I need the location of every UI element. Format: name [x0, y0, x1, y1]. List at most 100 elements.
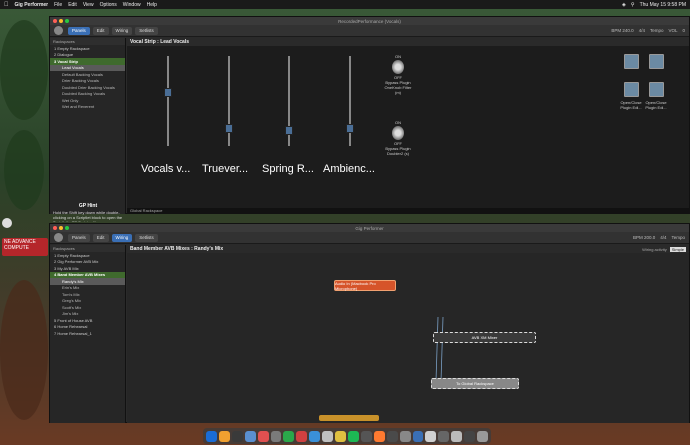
dock [203, 428, 491, 444]
fader-track[interactable] [167, 56, 169, 146]
bypass-toggle-switch[interactable] [392, 126, 404, 140]
audio-in-node[interactable]: Audio In (Macbook Pro Microphone) [334, 280, 396, 291]
maximize-icon[interactable] [65, 19, 69, 23]
close-icon[interactable] [53, 226, 57, 230]
fader-knob[interactable] [346, 124, 354, 133]
maximize-icon[interactable] [65, 226, 69, 230]
panel-area: Vocal Strip : Lead Vocals Vocals v... Tru… [127, 38, 689, 214]
dock-app-icon[interactable] [399, 430, 411, 442]
dock-app-icon[interactable] [425, 430, 437, 442]
fader-knob[interactable] [225, 124, 233, 133]
wiring-mode-select[interactable]: Simple [669, 246, 686, 252]
bpm-display[interactable]: BPM 240.0 [611, 28, 633, 33]
setlists-button[interactable]: Setlists [135, 233, 158, 242]
hint-title: GP Hint [78, 203, 98, 209]
bpm-display[interactable]: BPM 200.0 [633, 235, 655, 240]
dock-app-icon[interactable] [412, 430, 424, 442]
menu-help[interactable]: Help [147, 2, 157, 8]
fader-label: Spring R... [262, 163, 314, 175]
wiring-button[interactable]: Wiring [111, 233, 133, 242]
apple-icon[interactable]:  [4, 2, 9, 8]
time-signature[interactable]: 4/4 [660, 235, 666, 240]
hint-text: Hold the Shift key down while double-cli… [53, 210, 123, 222]
setlists-label: Setlists [139, 235, 154, 240]
edit-button[interactable]: Edit [92, 233, 109, 242]
fader-knob[interactable] [164, 88, 172, 98]
sidebar-item[interactable]: Doubled Drier Backing Vocals [50, 84, 125, 91]
dock-app-icon[interactable] [335, 430, 346, 442]
wiring-button[interactable]: Wiring [111, 26, 133, 35]
minimize-icon[interactable] [59, 19, 63, 23]
menu-bar:  Gig Performer File Edit View Options W… [0, 0, 690, 9]
plugin-editor-button[interactable] [649, 54, 664, 69]
dock-app-icon[interactable] [373, 430, 385, 442]
dock-app-icon[interactable] [231, 430, 243, 442]
dock-app-icon[interactable] [309, 430, 321, 442]
plugin-editor-button[interactable] [624, 82, 639, 97]
dock-app-icon[interactable] [347, 430, 359, 442]
sidebar-item[interactable]: 7 Home Rehearsal_1 [50, 330, 125, 337]
gp-logo-icon [54, 233, 63, 242]
node-label: Audio In (Macbook Pro Microphone) [335, 280, 376, 291]
dock-app-icon[interactable] [283, 430, 295, 442]
dock-app-icon[interactable] [257, 430, 269, 442]
rackspace-sidebar: Rackspaces 1 Empty Rackspace 2 Gig Perfor… [50, 245, 126, 423]
setlists-button[interactable]: Setlists [135, 26, 158, 35]
node-label: To Global Rackspace [456, 381, 494, 386]
clock[interactable]: Thu May 15 9:58 PM [640, 2, 686, 8]
fader-knob[interactable] [285, 125, 293, 135]
dock-app-icon[interactable] [360, 430, 372, 442]
toolbar: Panels Edit Wiring Setlists BPM 240.0 4/… [50, 25, 689, 37]
dock-app-icon[interactable] [322, 430, 334, 442]
desktop-sticker: NE ADVANCE COMPUTE [2, 238, 48, 256]
edit-button[interactable]: Edit [92, 26, 109, 35]
gp-logo-icon [54, 26, 63, 35]
to-global-node[interactable]: To Global Rackspace [431, 378, 519, 389]
wifi-icon[interactable]: ◈ [622, 2, 626, 8]
time-signature[interactable]: 4/4 [639, 28, 645, 33]
plugin-editor-button[interactable] [649, 82, 664, 97]
minimize-icon[interactable] [59, 226, 63, 230]
panels-button[interactable]: Panels [68, 26, 90, 35]
bypass-toggle-switch[interactable] [392, 60, 404, 74]
desktop-item[interactable] [2, 218, 12, 228]
menu-options[interactable]: Options [100, 2, 117, 8]
partial-node[interactable] [319, 415, 379, 421]
sidebar-item[interactable]: Wet and Reverent [50, 104, 125, 111]
switch-name-label: Bypass Plugin OneKnob Filter (m) [384, 80, 412, 95]
traffic-lights [53, 226, 69, 230]
wiring-label: Wiring [115, 28, 129, 33]
switch-on-label: ON [395, 120, 401, 125]
dock-app-icon[interactable] [451, 430, 463, 442]
edit-label: Edit [96, 235, 105, 240]
dock-app-icon[interactable] [296, 430, 308, 442]
avb-mixer-node[interactable]: AVB XM Mixer [433, 332, 536, 343]
toolbar: Panels Edit Wiring Setlists BPM 200.0 4/… [50, 232, 689, 244]
tempo-label: Tempo [649, 28, 664, 33]
dock-app-icon[interactable] [438, 430, 450, 442]
plugin-editor-button[interactable] [624, 54, 639, 69]
menu-edit[interactable]: Edit [68, 2, 77, 8]
dock-app-icon[interactable] [477, 430, 488, 442]
panels-label: Panels [72, 28, 86, 33]
dock-app-icon[interactable] [386, 430, 398, 442]
setlists-label: Setlists [139, 28, 154, 33]
search-icon[interactable]: ⚲ [631, 2, 635, 8]
dock-app-icon[interactable] [464, 430, 476, 442]
close-icon[interactable] [53, 19, 57, 23]
traffic-lights [53, 19, 69, 23]
menu-view[interactable]: View [83, 2, 94, 8]
menu-window[interactable]: Window [123, 2, 141, 8]
window-titlebar[interactable]: Gig Performer [50, 224, 689, 232]
app-menu[interactable]: Gig Performer [15, 2, 49, 8]
dock-app-icon[interactable] [218, 430, 230, 442]
plugin-editor-label: Open/Close Plugin Edi... [645, 100, 667, 110]
window-titlebar[interactable]: RecordedPerformance (Vocals) [50, 17, 689, 25]
wiring-canvas [435, 316, 444, 382]
panels-button[interactable]: Panels [68, 233, 90, 242]
dock-app-icon[interactable] [244, 430, 256, 442]
dock-app-icon[interactable] [270, 430, 282, 442]
menu-file[interactable]: File [54, 2, 62, 8]
dock-app-icon[interactable] [206, 430, 217, 442]
panels-label: Panels [72, 235, 86, 240]
